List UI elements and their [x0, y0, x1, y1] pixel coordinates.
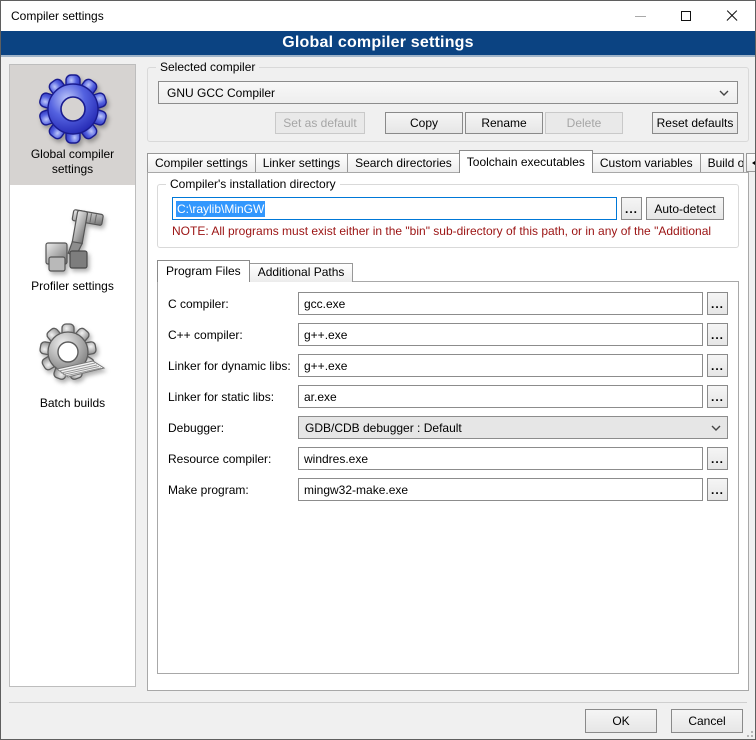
copy-button[interactable]: Copy [385, 112, 463, 134]
browse-resource-compiler-button[interactable]: ... [707, 447, 728, 470]
rename-button[interactable]: Rename [465, 112, 543, 134]
compiler-select-value: GNU GCC Compiler [167, 86, 719, 100]
footer-divider [9, 702, 747, 703]
title-bar[interactable]: Compiler settings [1, 1, 755, 31]
close-button[interactable] [709, 1, 755, 31]
field-label: C compiler: [168, 297, 298, 311]
sidebar-item-global-compiler-settings[interactable]: Global compiler settings [10, 65, 135, 185]
tab-scroll-left-button[interactable] [746, 153, 756, 172]
browse-directory-button[interactable]: ... [621, 197, 642, 220]
field-row-linker-dynamic: Linker for dynamic libs: ... [168, 354, 728, 377]
delete-button[interactable]: Delete [545, 112, 623, 134]
tab-linker-settings[interactable]: Linker settings [255, 153, 348, 173]
tab-build-options[interactable]: Build options [700, 153, 744, 173]
debugger-select-value: GDB/CDB debugger : Default [305, 421, 711, 435]
sidebar-item-label: Batch builds [12, 396, 133, 411]
caliper-icon [37, 205, 109, 277]
browse-linker-static-button[interactable]: ... [707, 385, 728, 408]
dialog-header: Global compiler settings [1, 31, 755, 57]
cancel-button[interactable]: Cancel [671, 709, 743, 733]
reset-defaults-button[interactable]: Reset defaults [652, 112, 738, 134]
settings-tabs: Compiler settings Linker settings Search… [147, 150, 749, 173]
gear-stack-icon [37, 322, 109, 394]
browse-make-program-button[interactable]: ... [707, 478, 728, 501]
field-row-c-compiler: C compiler: ... [168, 292, 728, 315]
minimize-button[interactable] [617, 1, 663, 31]
field-row-debugger: Debugger: GDB/CDB debugger : Default [168, 416, 728, 439]
field-row-linker-static: Linker for static libs: ... [168, 385, 728, 408]
group-label: Compiler's installation directory [166, 177, 340, 191]
group-label: Selected compiler [156, 60, 259, 74]
tab-scroll-buttons [744, 153, 756, 172]
compiler-select[interactable]: GNU GCC Compiler [158, 81, 738, 104]
field-row-resource-compiler: Resource compiler: ... [168, 447, 728, 470]
installation-directory-group: Compiler's installation directory C:\ray… [157, 184, 739, 248]
sidebar-item-profiler-settings[interactable]: Profiler settings [10, 197, 135, 302]
resize-grip[interactable] [743, 727, 753, 737]
set-as-default-button[interactable]: Set as default [275, 112, 365, 134]
tab-additional-paths[interactable]: Additional Paths [249, 263, 354, 282]
sidebar-item-batch-builds[interactable]: Batch builds [10, 314, 135, 419]
cpp-compiler-input[interactable] [298, 323, 703, 346]
tab-compiler-settings[interactable]: Compiler settings [147, 153, 256, 173]
tab-toolchain-executables[interactable]: Toolchain executables [459, 150, 593, 173]
selected-compiler-group: Selected compiler GNU GCC Compiler Set a… [147, 67, 749, 142]
close-icon [726, 10, 738, 22]
linker-dynamic-input[interactable] [298, 354, 703, 377]
maximize-icon [681, 11, 691, 21]
auto-detect-button[interactable]: Auto-detect [646, 197, 724, 220]
program-tabs: Program Files Additional Paths [157, 260, 352, 282]
program-files-page: C compiler: ... C++ compiler: ... Linker… [157, 281, 739, 674]
field-label: Linker for dynamic libs: [168, 359, 298, 373]
ok-button[interactable]: OK [585, 709, 657, 733]
installation-directory-value: C:\raylib\MinGW [176, 201, 265, 217]
tab-scroll-left-icon [752, 159, 756, 167]
settings-category-list: Global compiler settings Pr [9, 64, 136, 687]
browse-c-compiler-button[interactable]: ... [707, 292, 728, 315]
sidebar-item-label: Global compiler settings [12, 147, 133, 177]
debugger-select[interactable]: GDB/CDB debugger : Default [298, 416, 728, 439]
installation-directory-row: C:\raylib\MinGW ... Auto-detect [172, 197, 724, 220]
sidebar-item-label: Profiler settings [12, 279, 133, 294]
c-compiler-input[interactable] [298, 292, 703, 315]
tab-program-files[interactable]: Program Files [157, 260, 250, 282]
field-label: Resource compiler: [168, 452, 298, 466]
toolchain-executables-page: Compiler's installation directory C:\ray… [147, 172, 749, 691]
dialog-buttons: OK Cancel [585, 709, 743, 733]
browse-cpp-compiler-button[interactable]: ... [707, 323, 728, 346]
window-title: Compiler settings [11, 1, 104, 31]
field-row-make-program: Make program: ... [168, 478, 728, 501]
field-label: Make program: [168, 483, 298, 497]
browse-linker-dynamic-button[interactable]: ... [707, 354, 728, 377]
resource-compiler-input[interactable] [298, 447, 703, 470]
minimize-icon [635, 16, 646, 17]
maximize-button[interactable] [663, 1, 709, 31]
field-label: C++ compiler: [168, 328, 298, 342]
tab-custom-variables[interactable]: Custom variables [592, 153, 701, 173]
field-row-cpp-compiler: C++ compiler: ... [168, 323, 728, 346]
page-title: Global compiler settings [282, 34, 474, 52]
note-text: NOTE: All programs must exist either in … [172, 224, 736, 238]
field-label: Linker for static libs: [168, 390, 298, 404]
make-program-input[interactable] [298, 478, 703, 501]
compiler-settings-dialog: Compiler settings Global compiler settin… [0, 0, 756, 740]
installation-directory-input[interactable]: C:\raylib\MinGW [172, 197, 617, 220]
chevron-down-icon [719, 90, 729, 96]
compiler-actions: Set as default Copy Rename Delete Reset … [158, 112, 738, 134]
blue-gear-icon [37, 73, 109, 145]
chevron-down-icon [711, 425, 721, 431]
field-label: Debugger: [168, 421, 298, 435]
linker-static-input[interactable] [298, 385, 703, 408]
tab-search-directories[interactable]: Search directories [347, 153, 460, 173]
